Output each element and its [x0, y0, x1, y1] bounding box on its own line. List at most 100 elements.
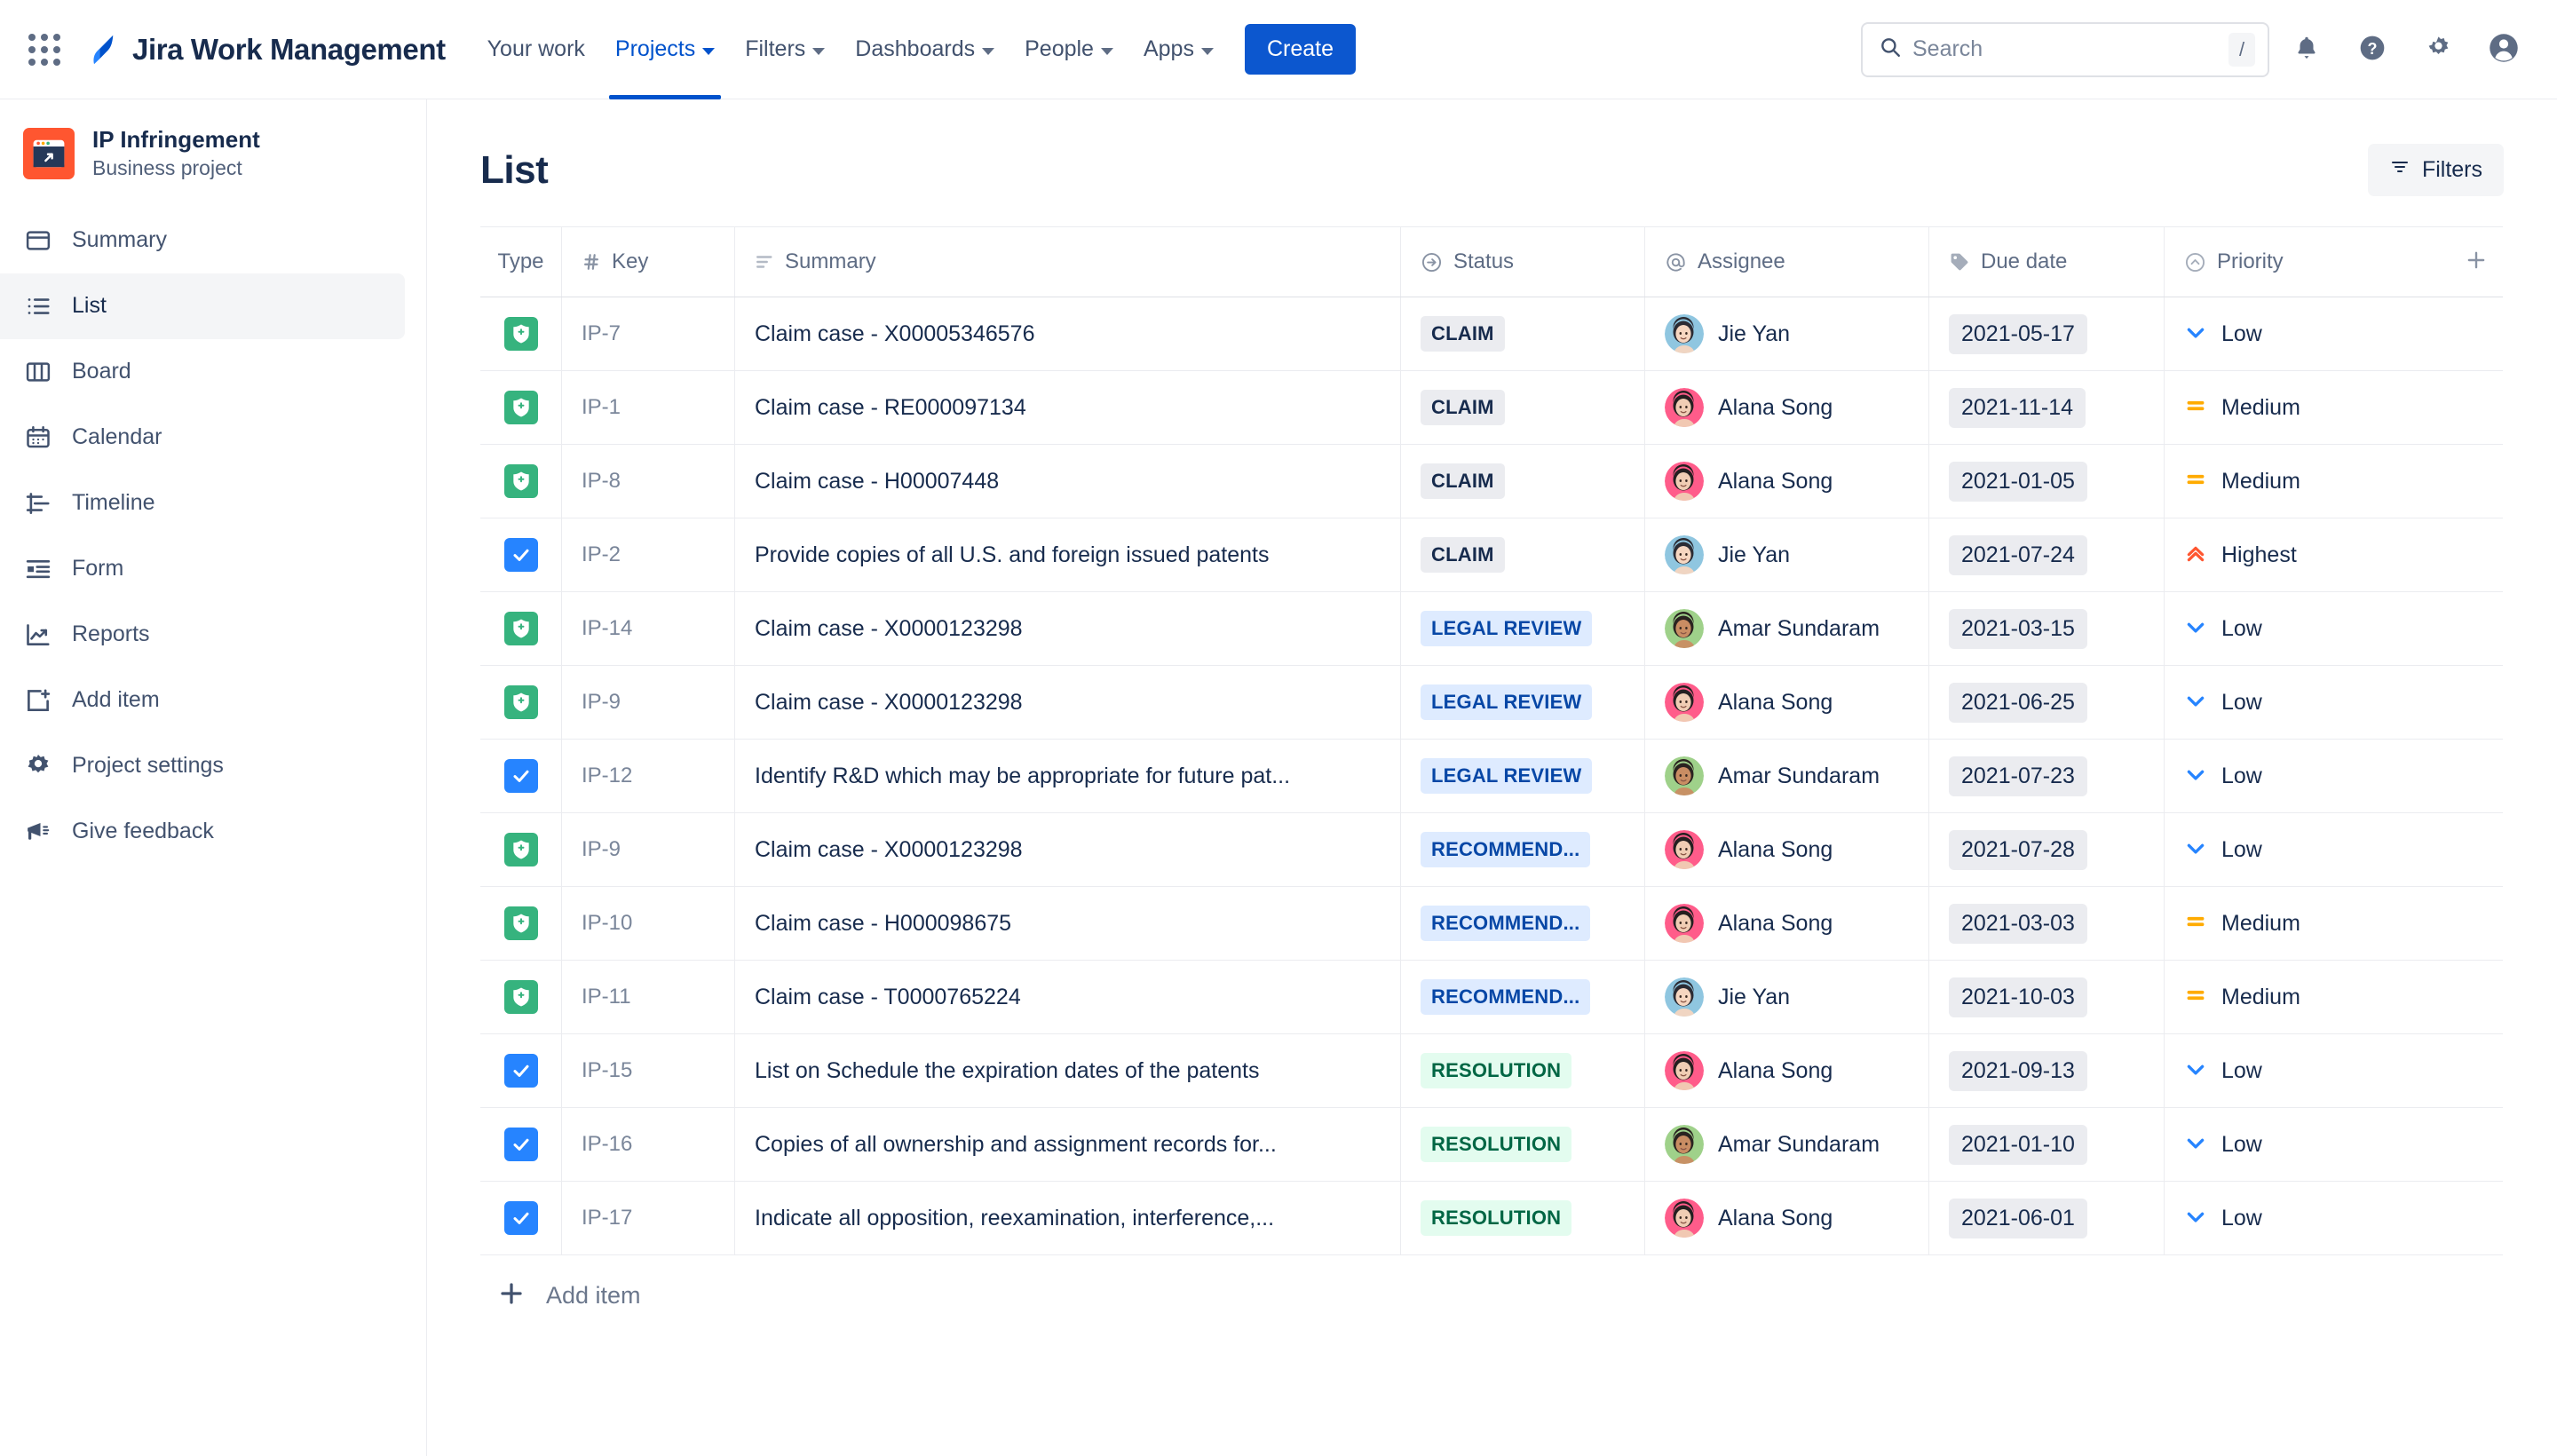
cell-assignee[interactable]: Amar Sundaram	[1645, 740, 1929, 812]
nav-item-projects[interactable]: Projects	[600, 0, 730, 99]
cell-key[interactable]: IP-2	[562, 518, 735, 591]
cell-type[interactable]	[480, 445, 562, 518]
notifications-button[interactable]	[2278, 21, 2335, 78]
cell-priority[interactable]: Low	[2165, 666, 2449, 739]
cell-status[interactable]: RECOMMEND...	[1401, 813, 1645, 886]
search-input[interactable]: Search /	[1861, 21, 2269, 77]
table-row[interactable]: IP-9 Claim case - X0000123298 RECOMMEND.…	[480, 813, 2503, 887]
cell-priority[interactable]: Low	[2165, 592, 2449, 665]
user-avatar-button[interactable]	[2475, 21, 2532, 78]
sidebar-item-reports[interactable]: Reports	[0, 602, 405, 668]
column-header-priority[interactable]: Priority	[2165, 227, 2449, 297]
cell-due-date[interactable]: 2021-07-23	[1929, 740, 2165, 812]
nav-item-filters[interactable]: Filters	[730, 0, 840, 99]
sidebar-item-summary[interactable]: Summary	[0, 208, 405, 273]
sidebar-item-calendar[interactable]: Calendar	[0, 405, 405, 471]
cell-assignee[interactable]: Alana Song	[1645, 445, 1929, 518]
table-row[interactable]: IP-2 Provide copies of all U.S. and fore…	[480, 518, 2503, 592]
cell-assignee[interactable]: Alana Song	[1645, 666, 1929, 739]
cell-summary[interactable]: Claim case - H000098675	[735, 887, 1401, 960]
cell-due-date[interactable]: 2021-10-03	[1929, 961, 2165, 1033]
cell-assignee[interactable]: Jie Yan	[1645, 297, 1929, 370]
cell-type[interactable]	[480, 813, 562, 886]
cell-key[interactable]: IP-14	[562, 592, 735, 665]
cell-priority[interactable]: Low	[2165, 740, 2449, 812]
add-column-button[interactable]	[2449, 227, 2503, 297]
cell-priority[interactable]: Medium	[2165, 887, 2449, 960]
cell-type[interactable]	[480, 297, 562, 370]
app-switcher-button[interactable]	[20, 25, 69, 75]
column-header-key[interactable]: Key	[562, 227, 735, 297]
cell-assignee[interactable]: Alana Song	[1645, 813, 1929, 886]
cell-summary[interactable]: Claim case - X0000123298	[735, 592, 1401, 665]
cell-due-date[interactable]: 2021-07-28	[1929, 813, 2165, 886]
cell-type[interactable]	[480, 518, 562, 591]
cell-key[interactable]: IP-17	[562, 1182, 735, 1254]
cell-priority[interactable]: Highest	[2165, 518, 2449, 591]
cell-key[interactable]: IP-15	[562, 1034, 735, 1107]
nav-item-dashboards[interactable]: Dashboards	[840, 0, 1009, 99]
column-header-summary[interactable]: Summary	[735, 227, 1401, 297]
table-row[interactable]: IP-11 Claim case - T0000765224 RECOMMEND…	[480, 961, 2503, 1034]
cell-priority[interactable]: Medium	[2165, 961, 2449, 1033]
create-button[interactable]: Create	[1244, 24, 1356, 75]
cell-status[interactable]: RECOMMEND...	[1401, 887, 1645, 960]
cell-status[interactable]: CLAIM	[1401, 371, 1645, 444]
cell-key[interactable]: IP-9	[562, 813, 735, 886]
cell-key[interactable]: IP-10	[562, 887, 735, 960]
cell-summary[interactable]: Indicate all opposition, reexamination, …	[735, 1182, 1401, 1254]
cell-status[interactable]: RESOLUTION	[1401, 1108, 1645, 1181]
table-row[interactable]: IP-14 Claim case - X0000123298 LEGAL REV…	[480, 592, 2503, 666]
cell-status[interactable]: CLAIM	[1401, 297, 1645, 370]
cell-due-date[interactable]: 2021-06-25	[1929, 666, 2165, 739]
cell-assignee[interactable]: Alana Song	[1645, 1182, 1929, 1254]
table-row[interactable]: IP-16 Copies of all ownership and assign…	[480, 1108, 2503, 1182]
cell-key[interactable]: IP-9	[562, 666, 735, 739]
cell-due-date[interactable]: 2021-03-03	[1929, 887, 2165, 960]
table-row[interactable]: IP-12 Identify R&D which may be appropri…	[480, 740, 2503, 813]
cell-summary[interactable]: Identify R&D which may be appropriate fo…	[735, 740, 1401, 812]
cell-status[interactable]: LEGAL REVIEW	[1401, 592, 1645, 665]
cell-summary[interactable]: Claim case - RE000097134	[735, 371, 1401, 444]
table-row[interactable]: IP-1 Claim case - RE000097134 CLAIM Alan…	[480, 371, 2503, 445]
table-row[interactable]: IP-17 Indicate all opposition, reexamina…	[480, 1182, 2503, 1255]
cell-due-date[interactable]: 2021-11-14	[1929, 371, 2165, 444]
cell-key[interactable]: IP-8	[562, 445, 735, 518]
cell-assignee[interactable]: Alana Song	[1645, 371, 1929, 444]
column-header-type[interactable]: Type	[480, 227, 562, 297]
cell-status[interactable]: CLAIM	[1401, 445, 1645, 518]
cell-status[interactable]: LEGAL REVIEW	[1401, 666, 1645, 739]
table-row[interactable]: IP-15 List on Schedule the expiration da…	[480, 1034, 2503, 1108]
sidebar-item-give-feedback[interactable]: Give feedback	[0, 799, 405, 865]
cell-assignee[interactable]: Amar Sundaram	[1645, 592, 1929, 665]
cell-priority[interactable]: Medium	[2165, 371, 2449, 444]
cell-key[interactable]: IP-12	[562, 740, 735, 812]
add-item-row[interactable]: Add item	[480, 1255, 2504, 1336]
cell-type[interactable]	[480, 1182, 562, 1254]
sidebar-item-project-settings[interactable]: Project settings	[0, 733, 405, 799]
cell-type[interactable]	[480, 592, 562, 665]
column-header-status[interactable]: Status	[1401, 227, 1645, 297]
cell-type[interactable]	[480, 961, 562, 1033]
cell-key[interactable]: IP-7	[562, 297, 735, 370]
sidebar-item-add-item[interactable]: Add item	[0, 668, 405, 733]
cell-priority[interactable]: Low	[2165, 1182, 2449, 1254]
cell-priority[interactable]: Low	[2165, 1108, 2449, 1181]
cell-summary[interactable]: List on Schedule the expiration dates of…	[735, 1034, 1401, 1107]
sidebar-item-board[interactable]: Board	[0, 339, 405, 405]
cell-due-date[interactable]: 2021-09-13	[1929, 1034, 2165, 1107]
filters-button[interactable]: Filters	[2367, 144, 2504, 196]
cell-summary[interactable]: Claim case - X0000123298	[735, 813, 1401, 886]
cell-key[interactable]: IP-1	[562, 371, 735, 444]
cell-type[interactable]	[480, 887, 562, 960]
cell-status[interactable]: RESOLUTION	[1401, 1034, 1645, 1107]
cell-assignee[interactable]: Alana Song	[1645, 887, 1929, 960]
sidebar-item-timeline[interactable]: Timeline	[0, 471, 405, 536]
help-button[interactable]: ?	[2344, 21, 2401, 78]
table-row[interactable]: IP-8 Claim case - H00007448 CLAIM Alana …	[480, 445, 2503, 518]
cell-status[interactable]: RECOMMEND...	[1401, 961, 1645, 1033]
cell-status[interactable]: CLAIM	[1401, 518, 1645, 591]
table-row[interactable]: IP-10 Claim case - H000098675 RECOMMEND.…	[480, 887, 2503, 961]
cell-priority[interactable]: Low	[2165, 297, 2449, 370]
cell-type[interactable]	[480, 371, 562, 444]
